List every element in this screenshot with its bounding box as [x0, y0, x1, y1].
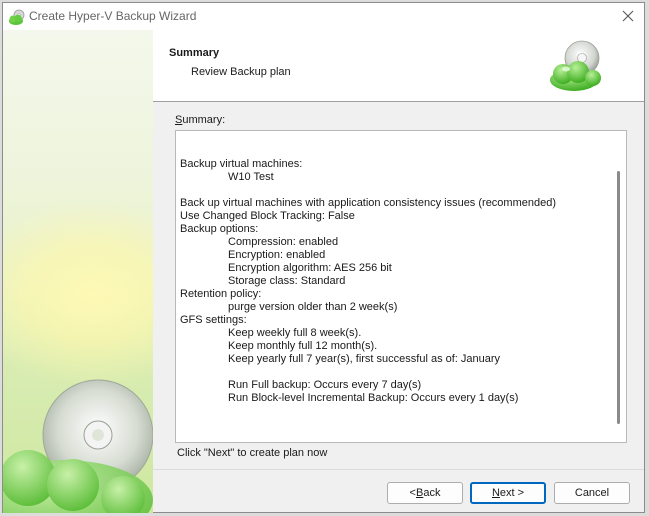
- summary-line: Backup virtual machines:: [180, 158, 303, 170]
- summary-textbox[interactable]: Backup virtual machines: W10 Test Back up …: [175, 130, 627, 443]
- title-bar: Create Hyper-V Backup Wizard: [3, 3, 644, 30]
- summary-label-rest: ummary:: [182, 114, 226, 126]
- summary-line: Use Changed Block Tracking: False: [180, 210, 355, 222]
- summary-line: Run Block-level Incremental Backup: Occu…: [228, 392, 519, 404]
- summary-line: purge version older than 2 week(s): [228, 301, 398, 313]
- header-panel: Summary Review Backup plan: [153, 30, 644, 102]
- summary-line: Encryption: enabled: [228, 249, 326, 261]
- back-label-post: ack: [423, 487, 441, 499]
- summary-line: Keep yearly full 7 year(s), first succes…: [228, 353, 501, 365]
- wizard-window: Create Hyper-V Backup Wizard Summary Rev…: [2, 2, 645, 513]
- cancel-button[interactable]: Cancel: [554, 482, 630, 504]
- summary-content: Backup virtual machines: W10 Test Back up …: [180, 158, 556, 405]
- summary-line: [180, 366, 556, 379]
- summary-label: Summary:: [175, 114, 225, 126]
- summary-line: Back up virtual machines with applicatio…: [180, 197, 557, 209]
- summary-line: Run Full backup: Occurs every 7 day(s): [228, 379, 422, 391]
- green-cloud-disc-icon: [9, 9, 25, 25]
- summary-line: Storage class: Standard: [228, 275, 346, 287]
- summary-line: Backup options:: [180, 223, 259, 235]
- summary-line: Keep monthly full 12 month(s).: [228, 340, 378, 352]
- summary-line: W10 Test: [228, 171, 274, 183]
- page-title: Summary: [169, 47, 220, 59]
- window-title: Create Hyper-V Backup Wizard: [29, 9, 197, 23]
- summary-line: GFS settings:: [180, 314, 247, 326]
- back-label-accel: B: [415, 487, 424, 499]
- green-cloud-disc-icon: [550, 40, 601, 91]
- summary-line: Keep weekly full 8 week(s).: [228, 327, 362, 339]
- next-hint: Click "Next" to create plan now: [177, 447, 328, 459]
- back-button[interactable]: < Back: [387, 482, 463, 504]
- green-cloud-disc-icon: [3, 379, 153, 513]
- wizard-sidebar-banner: [3, 30, 153, 513]
- close-button[interactable]: [616, 5, 640, 27]
- next-label-accel: N: [491, 487, 500, 499]
- next-label-post: ext >: [499, 487, 525, 499]
- summary-line: Compression: enabled: [228, 236, 339, 248]
- page-subtitle: Review Backup plan: [191, 66, 291, 78]
- vertical-scrollbar[interactable]: [617, 171, 620, 424]
- close-icon: [622, 10, 634, 22]
- summary-line: [180, 184, 556, 197]
- button-divider: [153, 469, 644, 470]
- summary-line: Encryption algorithm: AES 256 bit: [228, 262, 392, 274]
- summary-line: Retention policy:: [180, 288, 262, 300]
- next-button[interactable]: Next >: [470, 482, 546, 504]
